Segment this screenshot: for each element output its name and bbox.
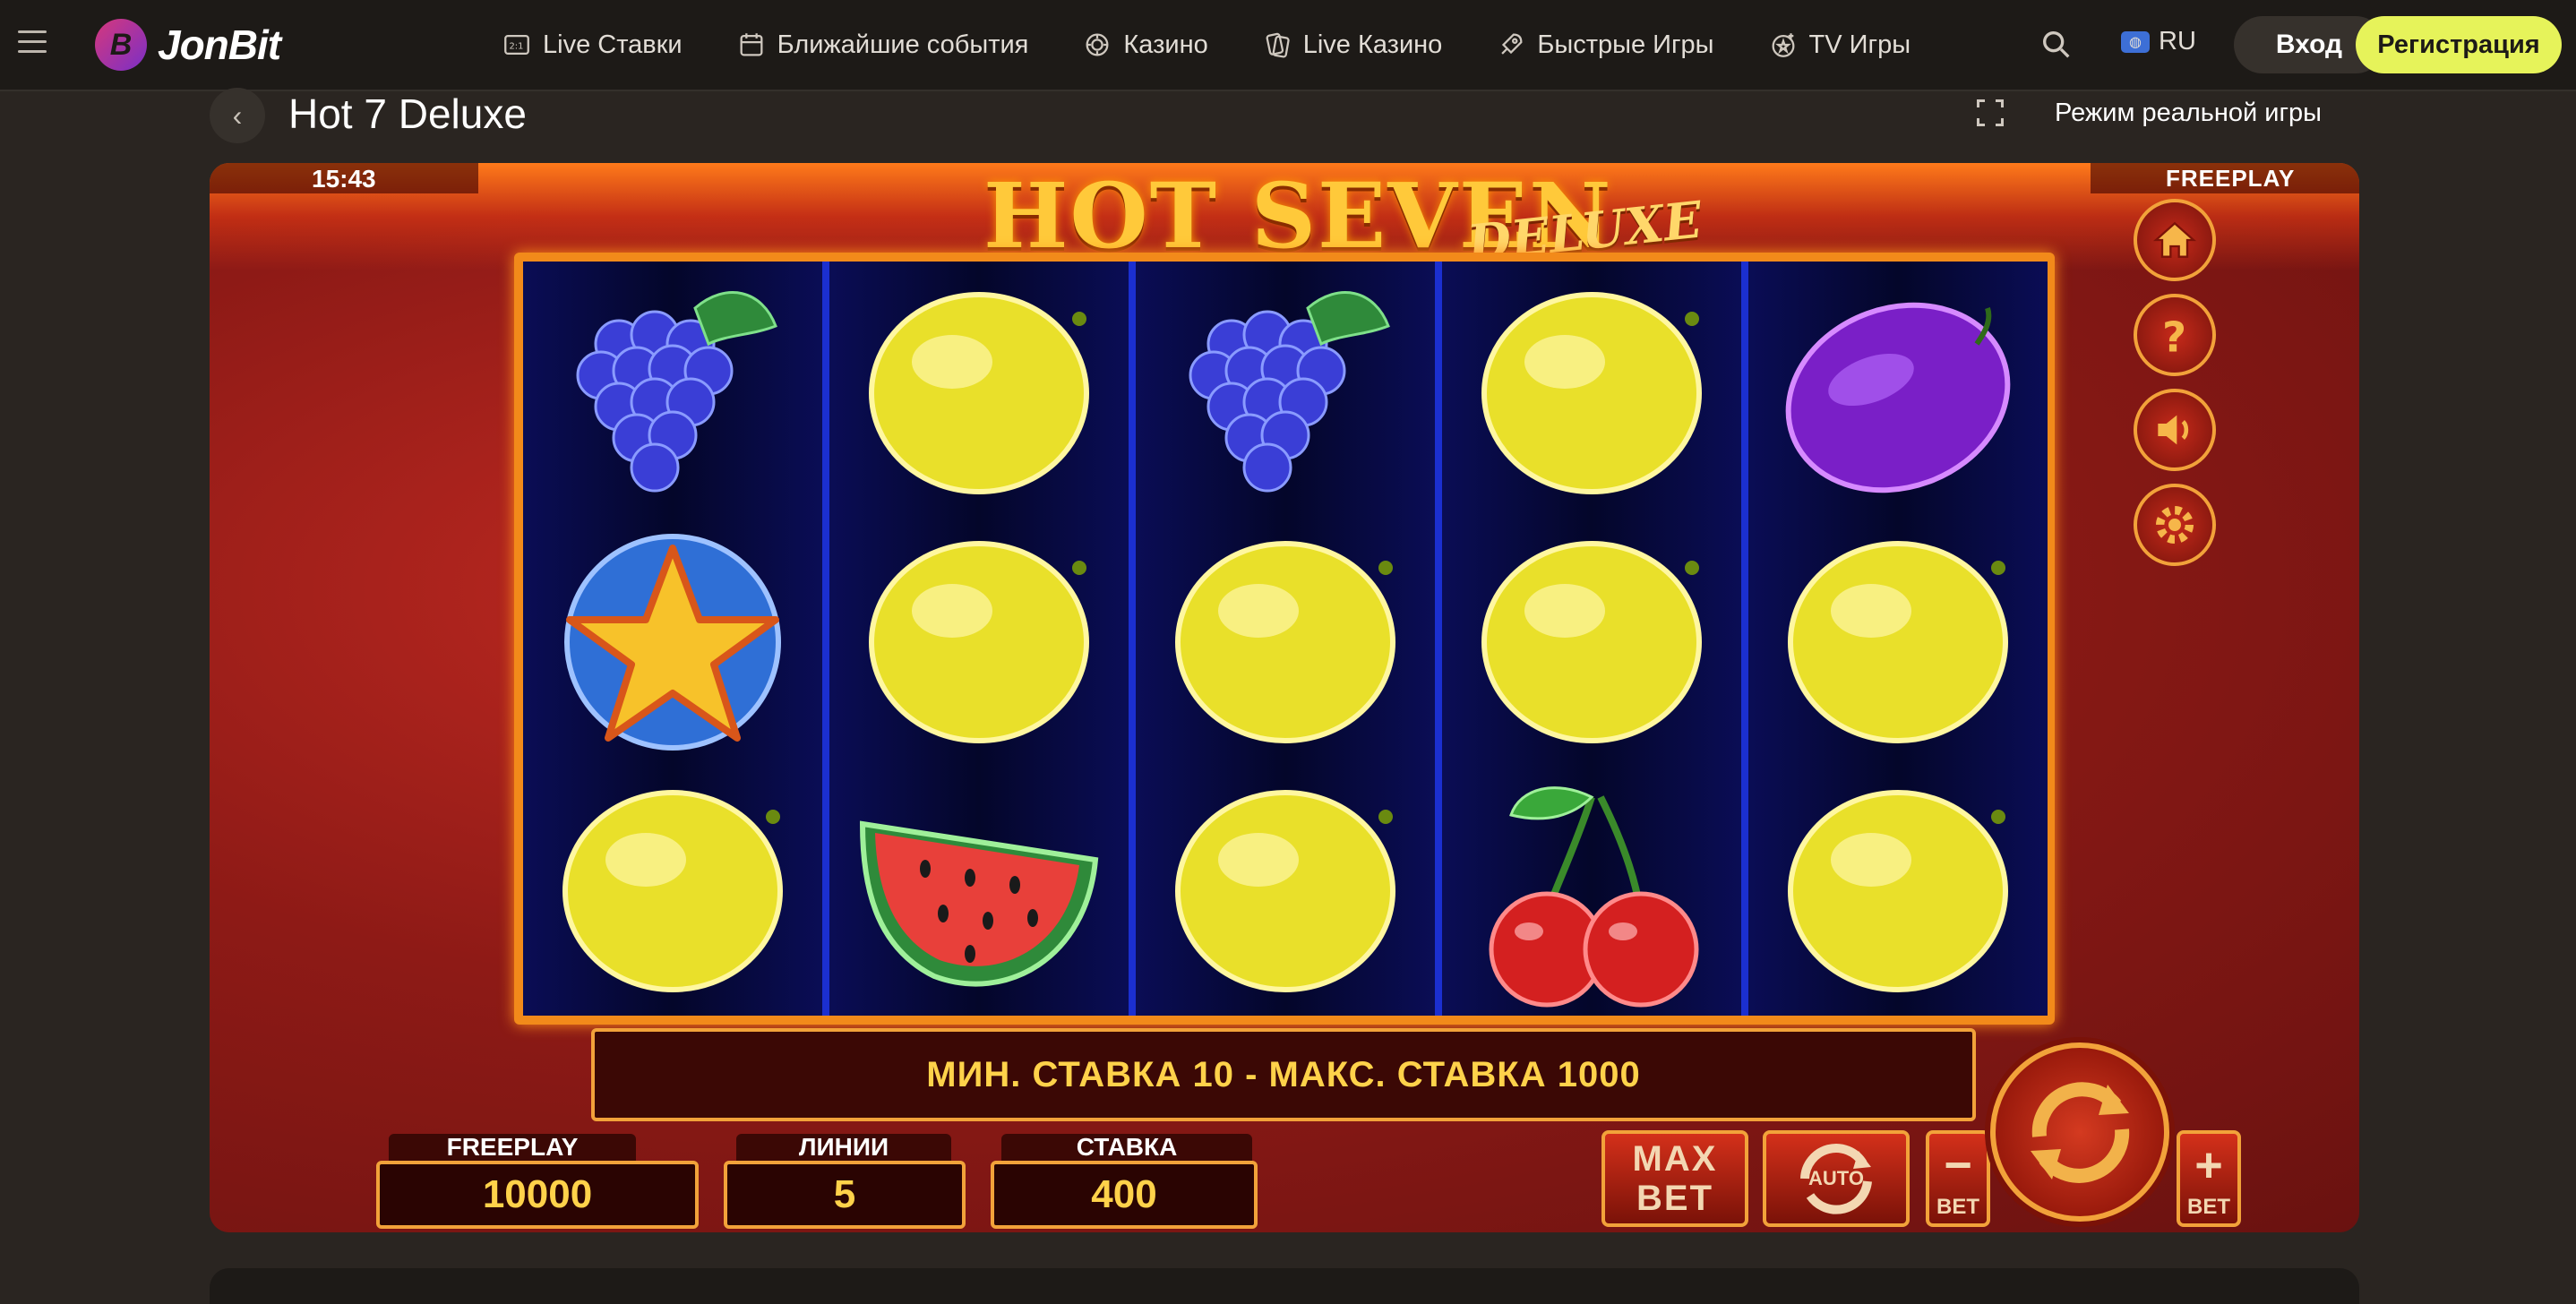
balance-label: FREEPLAY [389, 1133, 636, 1161]
nav-item-live-casino[interactable]: Live Казино [1262, 30, 1443, 60]
globe-icon: ◍ [2121, 30, 2150, 53]
spin-button[interactable] [1990, 1042, 2169, 1222]
search-icon[interactable] [2039, 27, 2074, 63]
bet-limits-message: МИН. СТАВКА 10 - МАКС. СТАВКА 1000 [591, 1028, 1976, 1121]
page-title: Hot 7 Deluxe [288, 90, 527, 137]
casino-chip-icon [1086, 33, 1109, 56]
language-label: RU [2159, 27, 2196, 56]
help-button[interactable]: ? [2134, 294, 2216, 376]
lines-value: 5 [724, 1161, 966, 1229]
nav-item-live-bets[interactable]: 2:1 Live Ставки [502, 30, 683, 60]
symbol-cherry [1457, 770, 1726, 1012]
symbol-lemon [1764, 521, 2032, 763]
nav-label: Live Ставки [543, 30, 683, 59]
game-mode-label: FREEPLAY [2166, 165, 2296, 192]
autoplay-label: AUTO [1808, 1167, 1864, 1189]
symbol-lemon [1764, 770, 2032, 1012]
balance-value: 10000 [376, 1161, 699, 1229]
symbol-star [538, 521, 807, 763]
bet-decrease-button[interactable]: − BET [1926, 1130, 1990, 1227]
language-selector[interactable]: ◍ RU [2121, 27, 2196, 56]
plus-icon: + [2194, 1138, 2223, 1192]
symbol-lemon [1151, 521, 1420, 763]
nav-label: Быстрые Игры [1537, 30, 1714, 59]
reels-area [514, 253, 2055, 1025]
reel-separator [1129, 262, 1136, 1016]
symbol-lemon [1151, 770, 1420, 1012]
calendar-icon [740, 33, 763, 56]
cards-icon [1266, 32, 1290, 58]
bet-increase-label: BET [2187, 1195, 2230, 1219]
bet-increase-button[interactable]: + BET [2177, 1130, 2241, 1227]
game-frame[interactable]: 15:43 FREEPLAY HOT SEVEN DELUXE ? МИН. С… [210, 163, 2359, 1232]
nav-label: Казино [1123, 30, 1208, 59]
register-button[interactable]: Регистрация [2356, 16, 2562, 73]
main-nav: 2:1 Live Ставки Ближайшие события Казино… [502, 0, 1964, 90]
sound-button[interactable] [2134, 389, 2216, 471]
svg-text:?: ? [2162, 314, 2186, 360]
svg-text:2:1: 2:1 [510, 41, 524, 51]
nav-item-upcoming-events[interactable]: Ближайшие события [736, 30, 1029, 60]
symbol-lemon [538, 770, 807, 1012]
help-icon: ? [2162, 314, 2186, 360]
max-bet-line1: MAX [1632, 1139, 1718, 1179]
nav-label: TV Игры [1808, 30, 1911, 59]
lines-label: ЛИНИИ [736, 1133, 951, 1161]
game-clock: 15:43 [312, 165, 376, 193]
symbol-grapes [1151, 272, 1420, 514]
reel-separator [822, 262, 829, 1016]
spin-icon [2031, 1082, 2130, 1183]
home-icon [2152, 221, 2197, 258]
settings-icon [2156, 506, 2194, 544]
menu-icon[interactable] [18, 30, 47, 59]
rocket-icon [1501, 33, 1523, 55]
brand-mark: B [95, 19, 147, 71]
symbol-lemon [1457, 521, 1726, 763]
max-bet-button[interactable]: MAX BET [1601, 1130, 1748, 1227]
settings-button[interactable] [2134, 484, 2216, 566]
symbol-lemon [845, 272, 1113, 514]
reel-separator [1435, 262, 1442, 1016]
autoplay-button[interactable]: AUTO [1763, 1130, 1910, 1227]
chevron-left-icon: ‹ [232, 99, 243, 132]
nav-item-fast-games[interactable]: Быстрые Игры [1496, 30, 1714, 60]
brand-name: JonBit [158, 21, 281, 68]
tv-games-icon [1772, 33, 1794, 57]
symbol-plum [1764, 272, 2032, 514]
nav-item-tv-games[interactable]: TV Игры [1768, 30, 1911, 60]
bet-label: СТАВКА [1001, 1133, 1252, 1161]
reel-separator [1741, 262, 1748, 1016]
bet-value: 400 [991, 1161, 1258, 1229]
nav-label: Live Казино [1302, 30, 1443, 59]
symbol-watermelon [845, 770, 1113, 1012]
fullscreen-icon[interactable] [1974, 97, 2006, 129]
symbol-lemon [1457, 272, 1726, 514]
symbol-grapes [538, 272, 807, 514]
content-card [210, 1268, 2359, 1304]
brand-logo[interactable]: B JonBit [95, 18, 281, 72]
sound-icon [2158, 415, 2189, 445]
minus-icon: − [1944, 1138, 1972, 1192]
back-button[interactable]: ‹ [210, 88, 265, 143]
bet-decrease-label: BET [1936, 1195, 1979, 1219]
home-button[interactable] [2134, 199, 2216, 281]
nav-item-casino[interactable]: Казино [1082, 30, 1208, 60]
top-navbar: B JonBit 2:1 Live Ставки Ближайшие событ… [0, 0, 2576, 91]
real-mode-link[interactable]: Режим реальной игры [2055, 99, 2322, 128]
symbol-lemon [845, 521, 1113, 763]
nav-label: Ближайшие события [777, 30, 1029, 59]
max-bet-line2: BET [1636, 1179, 1713, 1218]
live-scoreboard-icon: 2:1 [504, 34, 529, 56]
